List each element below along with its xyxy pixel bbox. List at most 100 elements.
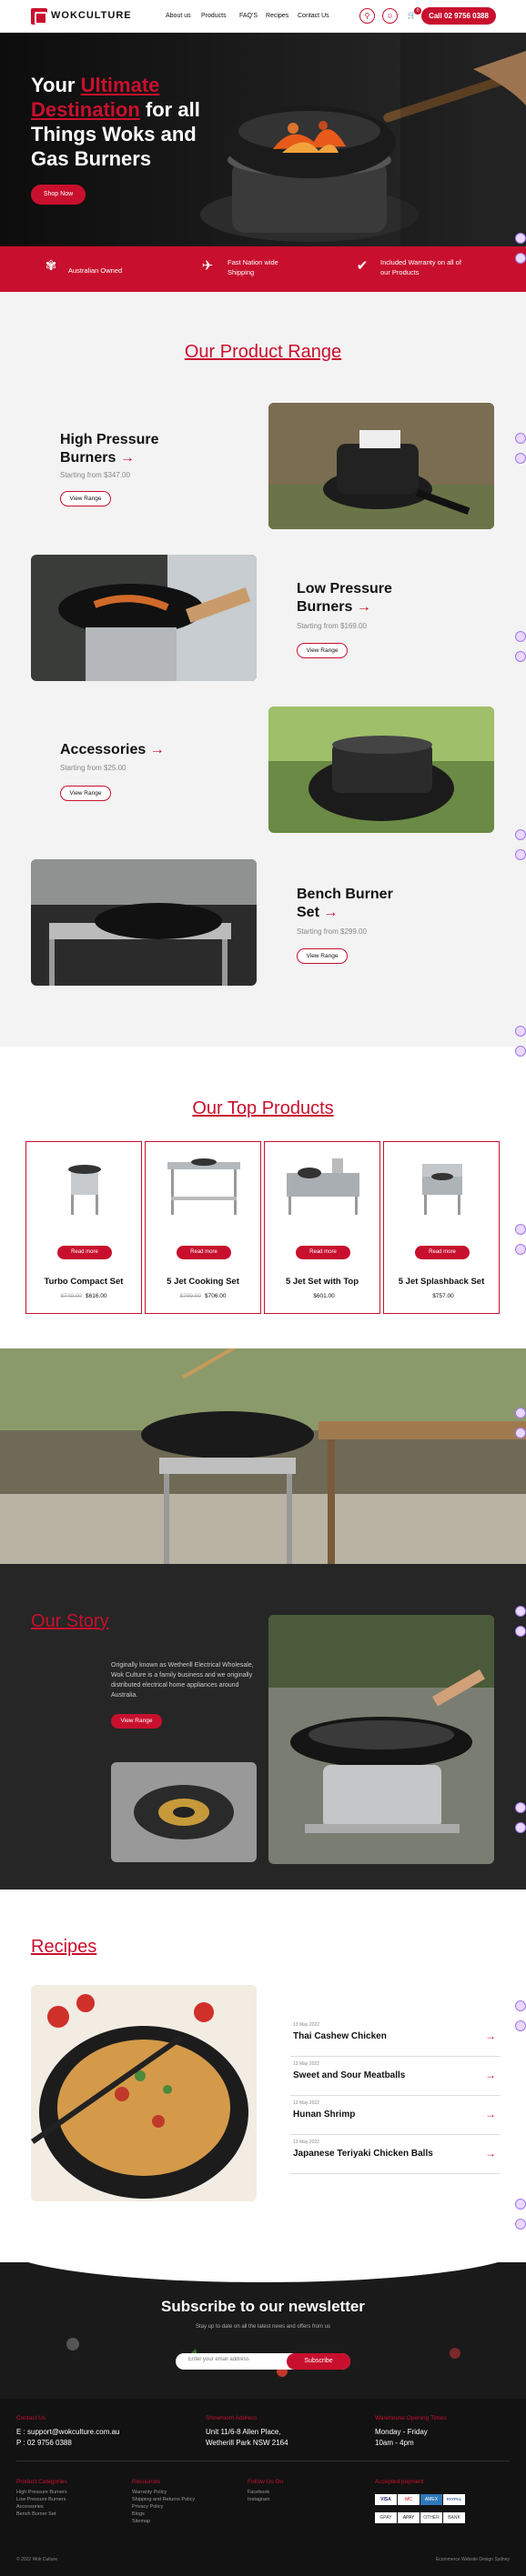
range-title-high-pressure[interactable]: High Pressure Burners → bbox=[60, 431, 178, 467]
view-range-bench-burner[interactable]: View Range bbox=[297, 948, 348, 964]
product-price: $601.00 bbox=[313, 1293, 335, 1299]
subscribe-button[interactable]: Subscribe bbox=[287, 2353, 350, 2370]
recipe-title[interactable]: Hunan Shrimp bbox=[293, 2110, 355, 2120]
burner-closeup-image bbox=[111, 1762, 257, 1862]
side-widget-icon[interactable] bbox=[515, 1046, 526, 1057]
hero-line-2: Destination for all bbox=[31, 98, 200, 121]
read-more-button[interactable]: Read more bbox=[296, 1246, 350, 1259]
footer-cat-link[interactable]: High Pressure Burners bbox=[16, 2489, 67, 2496]
arrow-right-icon[interactable]: → bbox=[485, 2147, 496, 2160]
arrow-right-icon[interactable]: → bbox=[485, 2030, 496, 2042]
bench-burner-image bbox=[31, 859, 257, 986]
recipe-title[interactable]: Thai Cashew Chicken bbox=[293, 2031, 387, 2041]
side-widget-icon[interactable] bbox=[515, 2199, 526, 2210]
side-widget-icon[interactable] bbox=[515, 1244, 526, 1255]
side-widget-icon[interactable] bbox=[515, 253, 526, 264]
product-card[interactable]: Read more 5 Jet Set with Top $601.00 bbox=[264, 1141, 380, 1314]
product-name[interactable]: 5 Jet Set with Top bbox=[265, 1277, 379, 1287]
product-card[interactable]: Read more 5 Jet Splashback Set $757.00 bbox=[383, 1141, 500, 1314]
footer-phone[interactable]: P : 02 9756 0388 bbox=[16, 2438, 72, 2448]
footer-contact-heading: Contact Us bbox=[16, 2415, 46, 2421]
nav-recipes[interactable]: Recipes bbox=[266, 13, 288, 19]
footer-email[interactable]: E : support@wokculture.com.au bbox=[16, 2427, 120, 2437]
side-widget-icon[interactable] bbox=[515, 453, 526, 464]
designer-credit[interactable]: Ecommerce Website Design Sydney bbox=[400, 2557, 510, 2562]
view-range-accessories[interactable]: View Range bbox=[60, 786, 111, 801]
range-title-accessories[interactable]: Accessories → bbox=[60, 741, 187, 759]
site-footer bbox=[0, 2399, 526, 2576]
footer-hours-heading: Warehouse Opening Times bbox=[375, 2415, 447, 2421]
read-more-button[interactable]: Read more bbox=[57, 1246, 112, 1259]
side-widget-icon[interactable] bbox=[515, 1224, 526, 1235]
side-widget-icon[interactable] bbox=[515, 233, 526, 244]
call-button[interactable]: Call 02 9756 0388 bbox=[421, 7, 496, 25]
recipe-item[interactable]: 13 May 2022 Sweet and Sour Meatballs → bbox=[290, 2060, 500, 2096]
shop-now-button[interactable]: Shop Now bbox=[31, 185, 86, 205]
footer-instagram-link[interactable]: Instagram bbox=[248, 2496, 269, 2503]
logo-icon[interactable] bbox=[31, 8, 47, 25]
side-widget-icon[interactable] bbox=[515, 829, 526, 840]
recipe-item[interactable]: 13 May 2022 Japanese Teriyaki Chicken Ba… bbox=[290, 2138, 500, 2174]
side-widget-icon[interactable] bbox=[515, 1428, 526, 1438]
arrow-right-icon[interactable]: → bbox=[485, 2069, 496, 2081]
range-title-low-pressure[interactable]: Low Pressure Burners → bbox=[297, 580, 415, 616]
footer-address-2: Wetherill Park NSW 2164 bbox=[206, 2439, 288, 2447]
footer-res-link[interactable]: Privacy Policy bbox=[132, 2503, 163, 2511]
footer-facebook-link[interactable]: Facebook bbox=[248, 2489, 269, 2496]
side-widget-icon[interactable] bbox=[515, 2000, 526, 2011]
footer-res-link[interactable]: Warranty Policy bbox=[132, 2489, 167, 2496]
email-input[interactable] bbox=[188, 2357, 279, 2362]
logo-text[interactable]: WOKCULTURE bbox=[51, 10, 132, 21]
nav-products[interactable]: Products bbox=[201, 13, 227, 19]
newsletter-subtitle: Stay up to date on all the latest news a… bbox=[196, 2324, 330, 2330]
account-icon[interactable]: ☺ bbox=[382, 8, 398, 24]
side-widget-icon[interactable] bbox=[515, 651, 526, 662]
arrow-right-icon[interactable]: → bbox=[485, 2108, 496, 2120]
recipe-date: 13 May 2022 bbox=[293, 2061, 319, 2067]
recipe-title[interactable]: Sweet and Sour Meatballs bbox=[293, 2070, 405, 2080]
footer-cat-link[interactable]: Low Pressure Burners bbox=[16, 2496, 66, 2503]
nav-faqs[interactable]: FAQ'S bbox=[239, 13, 258, 19]
side-widget-icon[interactable] bbox=[515, 1802, 526, 1813]
nav-contact[interactable]: Contact Us bbox=[298, 13, 329, 19]
read-more-button[interactable]: Read more bbox=[415, 1246, 470, 1259]
google-pay-icon: GPAY bbox=[375, 2512, 397, 2523]
footer-res-link[interactable]: Shipping and Returns Policy bbox=[132, 2496, 195, 2503]
side-widget-icon[interactable] bbox=[515, 2020, 526, 2031]
footer-cat-link[interactable]: Bench Burner Set bbox=[16, 2511, 56, 2518]
product-price: $757.00 bbox=[432, 1293, 454, 1299]
recipe-item[interactable]: 13 May 2022 Hunan Shrimp → bbox=[290, 2099, 500, 2135]
recipe-date: 13 May 2022 bbox=[293, 2022, 319, 2028]
recipe-title[interactable]: Japanese Teriyaki Chicken Balls bbox=[293, 2149, 433, 2159]
nav-about[interactable]: About us bbox=[166, 13, 191, 19]
read-more-button[interactable]: Read more bbox=[177, 1246, 231, 1259]
search-icon[interactable]: ⚲ bbox=[359, 8, 375, 24]
feature-australian-owned: Australian Owned bbox=[68, 266, 123, 275]
5-jet-set-with-top-image bbox=[287, 1158, 359, 1215]
side-widget-icon[interactable] bbox=[515, 433, 526, 444]
product-name[interactable]: 5 Jet Splashback Set bbox=[384, 1277, 499, 1287]
footer-res-link[interactable]: Sitemap bbox=[132, 2518, 150, 2525]
product-card[interactable]: Read more 5 Jet Cooking Set $799.00 $706.… bbox=[145, 1141, 261, 1314]
our-story-title: Our Story bbox=[31, 1611, 109, 1631]
product-name[interactable]: Turbo Compact Set bbox=[26, 1277, 141, 1287]
view-range-high-pressure[interactable]: View Range bbox=[60, 491, 111, 506]
recipe-item[interactable]: 13 May 2022 Thai Cashew Chicken → bbox=[290, 2020, 500, 2057]
recipe-fried-rice-image bbox=[31, 1985, 257, 2201]
side-widget-icon[interactable] bbox=[515, 1408, 526, 1418]
side-widget-icon[interactable] bbox=[515, 1626, 526, 1637]
product-name[interactable]: 5 Jet Cooking Set bbox=[146, 1277, 260, 1287]
footer-res-link[interactable]: Blogs bbox=[132, 2511, 145, 2518]
side-widget-icon[interactable] bbox=[515, 1606, 526, 1617]
view-range-low-pressure[interactable]: View Range bbox=[297, 643, 348, 658]
range-price-bench-burner: Starting from $299.00 bbox=[297, 927, 367, 936]
side-widget-icon[interactable] bbox=[515, 1026, 526, 1037]
product-card[interactable]: Read more Turbo Compact Set $749.00 $616.… bbox=[25, 1141, 142, 1314]
range-title-bench-burner[interactable]: Bench Burner Set → bbox=[297, 886, 415, 922]
side-widget-icon[interactable] bbox=[515, 1822, 526, 1833]
side-widget-icon[interactable] bbox=[515, 631, 526, 642]
side-widget-icon[interactable] bbox=[515, 2219, 526, 2230]
story-view-range-button[interactable]: View Range bbox=[111, 1714, 162, 1729]
side-widget-icon[interactable] bbox=[515, 849, 526, 860]
footer-cat-link[interactable]: Accessories bbox=[16, 2503, 44, 2511]
